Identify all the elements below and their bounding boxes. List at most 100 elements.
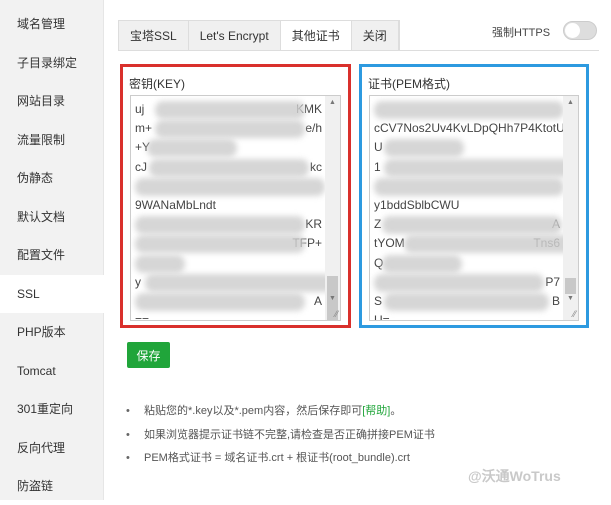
scroll-down-icon[interactable]: ▼ xyxy=(563,295,578,302)
line-text: U= xyxy=(374,313,390,321)
key-panel: 密钥(KEY) uj KMK m+ e/h +Y cJ kc 9WANaMbLndt KR TFP… xyxy=(120,64,351,328)
line-text: cJ xyxy=(135,159,147,174)
textarea-line xyxy=(374,100,564,119)
line-tail: kc xyxy=(310,159,322,174)
line-tail: KR xyxy=(305,217,322,232)
sidebar-item[interactable]: 防盗链 xyxy=(0,467,104,505)
redaction-blur xyxy=(155,101,305,119)
tab[interactable]: 其他证书 xyxy=(280,21,352,51)
redaction-blur xyxy=(382,216,562,235)
textarea-line: uj KMK xyxy=(135,100,322,119)
sidebar-item[interactable]: 301重定向 xyxy=(0,390,104,428)
line-text: m+ xyxy=(135,121,153,136)
textarea-line xyxy=(135,177,325,196)
sidebar-item[interactable]: 流量限制 xyxy=(0,121,104,159)
sidebar-item[interactable]: 伪静态 xyxy=(0,159,104,197)
textarea-line: TFP+ xyxy=(135,234,322,254)
line-tail: A xyxy=(313,293,322,308)
redaction-blur xyxy=(149,158,309,177)
force-https-label: 强制HTTPS xyxy=(492,27,551,39)
textarea-line: y xyxy=(135,273,335,292)
textarea-line: == xyxy=(135,311,322,321)
line-tail: e/h xyxy=(305,121,322,136)
line-text: U xyxy=(374,140,383,155)
force-https-toggle[interactable] xyxy=(563,21,597,40)
scroll-down-icon[interactable]: ▼ xyxy=(325,295,340,302)
line-text: Z xyxy=(374,217,382,232)
resize-grip-icon[interactable]: ⁄⁄ xyxy=(335,309,338,319)
redaction-blur xyxy=(147,139,237,158)
line-tail: B xyxy=(551,293,560,308)
redaction-blur xyxy=(382,254,462,273)
textarea-line: KR xyxy=(135,215,322,235)
line-tail: P7 xyxy=(545,274,560,289)
line-text: uj xyxy=(135,102,145,116)
sidebar-item[interactable]: 网站目录 xyxy=(0,82,104,120)
redaction-blur xyxy=(384,139,464,158)
scroll-up-icon[interactable]: ▲ xyxy=(563,99,578,106)
save-button[interactable]: 保存 xyxy=(127,342,170,368)
resize-grip-icon[interactable]: ⁄⁄ xyxy=(573,309,576,319)
tab[interactable]: 宝塔SSL xyxy=(119,21,189,50)
redaction-blur xyxy=(135,216,305,235)
textarea-line: m+ e/h xyxy=(135,119,322,139)
sidebar-item[interactable]: Tomcat xyxy=(0,352,104,390)
sidebar-item[interactable]: 默认文档 xyxy=(0,198,104,236)
sidebar-item[interactable]: SSL xyxy=(0,274,105,313)
tab-divider xyxy=(118,50,599,51)
line-text: cCV7Nos2Uv4KvLDpQHh7P4KtotU xyxy=(374,121,565,136)
redaction-blur xyxy=(384,292,549,311)
watermark: @沃通WoTrus xyxy=(468,468,561,484)
sidebar-item[interactable]: 配置文件 xyxy=(0,236,104,274)
tip-item: 粘贴您的*.key以及*.pem内容，然后保存即可[帮助]。 xyxy=(126,402,435,426)
redaction-blur xyxy=(135,292,305,311)
textarea-line: SB xyxy=(374,292,560,311)
tab[interactable]: 关闭 xyxy=(352,21,399,50)
textarea-line: cCV7Nos2Uv4KvLDpQHh7P4KtotU xyxy=(374,119,565,138)
textarea-line xyxy=(135,254,322,273)
key-textarea[interactable]: ujKMKm+e/h+YcJkc9WANaMbLndtKRTFP+yA==---… xyxy=(130,95,341,321)
line-text: 1 xyxy=(374,159,381,174)
ssl-tabs: 宝塔SSL Let's Encrypt 其他证书 关闭 xyxy=(118,20,400,51)
textarea-line: 9WANaMbLndt xyxy=(135,196,322,215)
textarea-line: cJ kc xyxy=(135,158,322,177)
textarea-line: U xyxy=(374,138,560,158)
sidebar: 域名管理 子目录绑定 网站目录 流量限制 伪静态 默认文档 配置文件 SSL PHP版本 Tomc… xyxy=(0,0,105,500)
textarea-line xyxy=(374,177,564,196)
tab[interactable]: Let's Encrypt xyxy=(189,21,281,50)
key-label: 密钥(KEY) xyxy=(129,77,186,91)
line-text: 9WANaMbLndt xyxy=(135,197,216,212)
textarea-line: U= xyxy=(374,311,560,321)
key-scrollbar[interactable]: ▲ ▼ xyxy=(325,96,340,320)
textarea-line: Q xyxy=(374,254,560,273)
line-text: tYOM xyxy=(374,236,405,251)
cert-panel: 证书(PEM格式) cCV7Nos2Uv4KvLDpQHh7P4KtotU U 1 y… xyxy=(359,64,589,328)
sidebar-item[interactable]: PHP版本 xyxy=(0,313,104,351)
cert-scrollbar[interactable]: ▲ ▼ xyxy=(563,96,578,320)
scroll-up-icon[interactable]: ▲ xyxy=(325,99,340,106)
textarea-line: +Y xyxy=(135,138,322,158)
line-text: == xyxy=(135,313,150,321)
redaction-blur xyxy=(145,273,335,292)
textarea-line: 1 xyxy=(374,158,574,177)
tip-item: 如果浏览器提示证书链不完整,请检查是否正确拼接PEM证书 xyxy=(126,426,435,450)
line-text: y1bddSblbCWU xyxy=(374,197,460,212)
help-link[interactable]: [帮助] xyxy=(362,405,390,417)
tips-list: 粘贴您的*.key以及*.pem内容，然后保存即可[帮助]。 如果浏览器提示证书… xyxy=(126,402,435,473)
sidebar-item[interactable]: 域名管理 xyxy=(0,5,104,43)
redaction-blur xyxy=(135,254,185,273)
redaction-blur xyxy=(155,120,305,139)
line-text: S xyxy=(374,293,383,308)
tip-item: PEM格式证书 = 域名证书.crt + 根证书(root_bundle).cr… xyxy=(126,449,435,473)
redaction-blur xyxy=(374,101,564,119)
cert-label: 证书(PEM格式) xyxy=(368,77,450,91)
textarea-line: tYOMTns6 xyxy=(374,234,574,254)
line-text: y xyxy=(135,274,141,289)
sidebar-item[interactable]: 反向代理 xyxy=(0,429,104,467)
textarea-line: y1bddSblbCWU xyxy=(374,196,560,215)
redaction-blur xyxy=(135,177,325,196)
redaction-blur xyxy=(135,235,305,254)
redaction-blur xyxy=(374,273,544,292)
cert-textarea[interactable]: cCV7Nos2Uv4KvLDpQHh7P4KtotU U 1 y1bddSblbCW… xyxy=(369,95,579,321)
sidebar-item[interactable]: 子目录绑定 xyxy=(0,44,104,82)
